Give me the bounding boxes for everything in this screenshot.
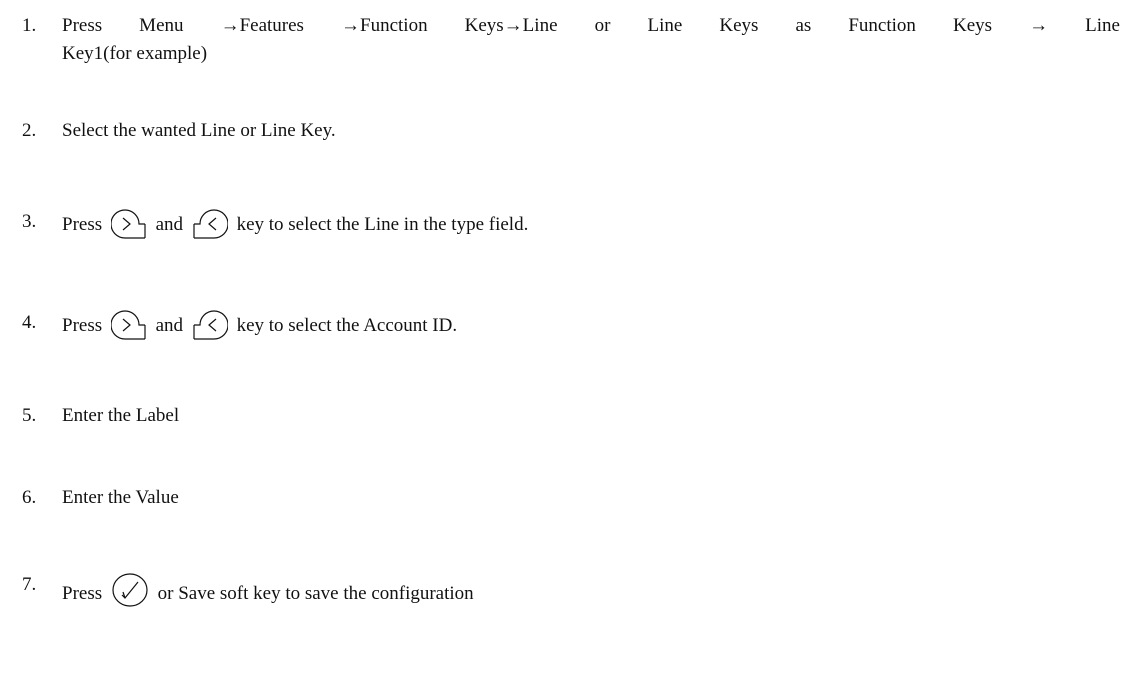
step-text-post: key to select the Line in the type field…	[236, 214, 529, 235]
step-text-line1: Press Menu →Features →Function Keys→Line…	[62, 15, 1120, 36]
step-text-pre: Press	[62, 214, 103, 235]
right-arrow-key-icon	[110, 310, 146, 340]
step-number: 1.	[22, 15, 37, 36]
step-text: Press and key to select the Account ID.	[62, 309, 1120, 341]
step-text-mid: and	[155, 214, 184, 235]
step-text: Enter the Value	[62, 487, 179, 508]
step-text-pre: Press	[62, 315, 103, 336]
step-text-post: or Save soft key to save the configurati…	[157, 583, 474, 604]
right-arrow-key-icon	[110, 209, 146, 239]
left-arrow-key-icon	[193, 310, 228, 340]
step-number: 7.	[22, 574, 37, 595]
step-number: 3.	[22, 211, 37, 232]
step-text: Select the wanted Line or Line Key.	[62, 120, 336, 141]
step-text: Press or Save soft key to save the confi…	[62, 571, 1120, 609]
step-number: 6.	[22, 487, 37, 508]
step-text: Press and key to select the Line in the …	[62, 208, 1120, 240]
ok-checkmark-key-icon	[112, 573, 148, 607]
step-number: 5.	[22, 405, 37, 426]
step-text-pre: Press	[62, 583, 103, 604]
step-text-mid: and	[155, 315, 184, 336]
step-text: Enter the Label	[62, 405, 180, 426]
step-text-line2: Key1(for example)	[62, 43, 208, 64]
step-text-post: key to select the Account ID.	[236, 315, 458, 336]
step-number: 2.	[22, 120, 37, 141]
left-arrow-key-icon	[193, 209, 228, 239]
step-number: 4.	[22, 312, 37, 333]
